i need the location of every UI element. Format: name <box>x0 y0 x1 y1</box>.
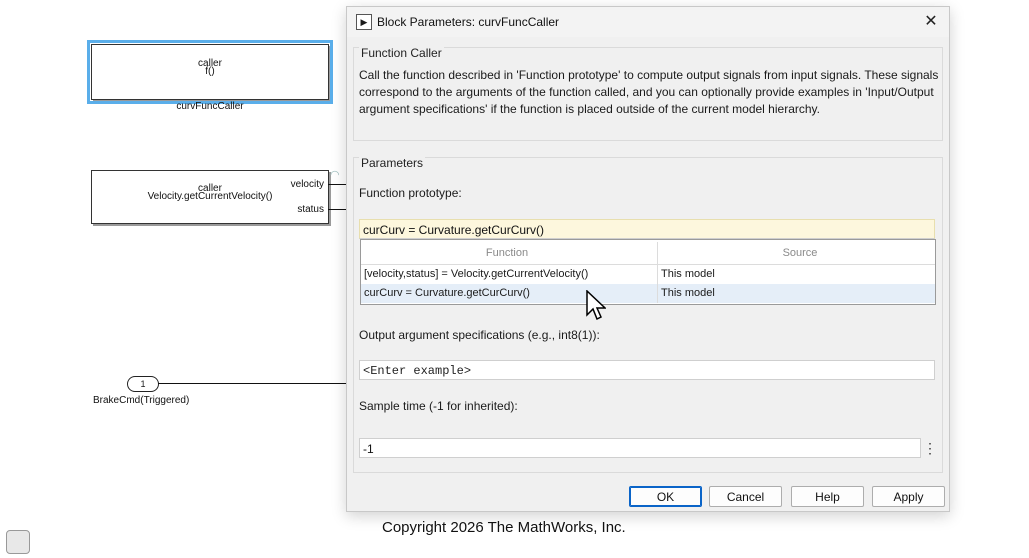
function-prototype-label: Function prototype: <box>359 186 462 200</box>
row-source: This model <box>657 265 939 284</box>
inport-number: 1 <box>140 379 146 389</box>
function-suggestion-dropdown[interactable]: Function Source [velocity,status] = Velo… <box>360 239 936 305</box>
block-parameters-dialog[interactable]: ▶ Block Parameters: curvFuncCaller ✕ Fun… <box>346 6 950 512</box>
dropdown-row[interactable]: [velocity,status] = Velocity.getCurrentV… <box>361 265 935 284</box>
more-options-icon[interactable]: ⋮ <box>923 438 937 458</box>
function-prototype-input[interactable]: curCurv = Curvature.getCurCurv() <box>359 219 935 239</box>
ok-button[interactable]: OK <box>629 486 702 507</box>
port-velocity-label: velocity <box>290 179 324 190</box>
function-caller-heading: Function Caller <box>359 46 444 60</box>
block-function-label: Velocity.getCurrentVelocity() <box>147 191 273 202</box>
dropdown-header: Function Source <box>361 242 935 265</box>
copyright-text: Copyright 2026 The MathWorks, Inc. <box>382 519 626 536</box>
simulink-block-icon: ▶ <box>356 14 372 30</box>
port-status-label: status <box>297 204 324 215</box>
sample-time-input[interactable]: -1 <box>359 438 921 458</box>
dropdown-row-selected[interactable]: curCurv = Curvature.getCurCurv() This mo… <box>361 284 935 303</box>
block-function-label: f() <box>205 66 215 77</box>
curv-func-caller-block[interactable]: caller f() <box>87 40 333 104</box>
cancel-button[interactable]: Cancel <box>709 486 782 507</box>
row-function: [velocity,status] = Velocity.getCurrentV… <box>364 268 589 280</box>
close-icon: ✕ <box>924 13 938 30</box>
inport-name-label: BrakeCmd(Triggered) <box>93 395 190 406</box>
column-header-function: Function <box>485 247 529 259</box>
close-button[interactable]: ✕ <box>919 11 943 33</box>
output-spec-input[interactable]: <Enter example> <box>359 360 935 380</box>
dialog-title: Block Parameters: curvFuncCaller <box>377 15 560 29</box>
velocity-signal-line[interactable] <box>328 184 346 185</box>
description-text: Call the function described in 'Function… <box>359 68 939 116</box>
database-icon[interactable] <box>6 530 30 554</box>
dialog-titlebar[interactable]: ▶ Block Parameters: curvFuncCaller ✕ <box>347 7 949 37</box>
apply-button[interactable]: Apply <box>872 486 945 507</box>
velocity-caller-block[interactable]: caller Velocity.getCurrentVelocity() vel… <box>91 170 329 224</box>
block-name-label: curvFuncCaller <box>176 101 244 112</box>
parameters-group: Parameters <box>353 156 943 473</box>
help-button[interactable]: Help <box>791 486 864 507</box>
output-spec-label: Output argument specifications (e.g., in… <box>359 328 600 342</box>
inport-block[interactable]: 1 <box>127 376 159 392</box>
parameters-heading: Parameters <box>359 156 426 170</box>
row-source: This model <box>657 284 939 303</box>
status-signal-line[interactable] <box>328 209 346 210</box>
column-header-source: Source <box>657 242 939 264</box>
mouse-cursor-icon <box>586 290 606 321</box>
sample-time-label: Sample time (-1 for inherited): <box>359 399 518 413</box>
inport-signal-line[interactable] <box>158 383 346 384</box>
row-function: curCurv = Curvature.getCurCurv() <box>364 287 530 299</box>
wireless-icon: ◠ <box>330 169 340 181</box>
